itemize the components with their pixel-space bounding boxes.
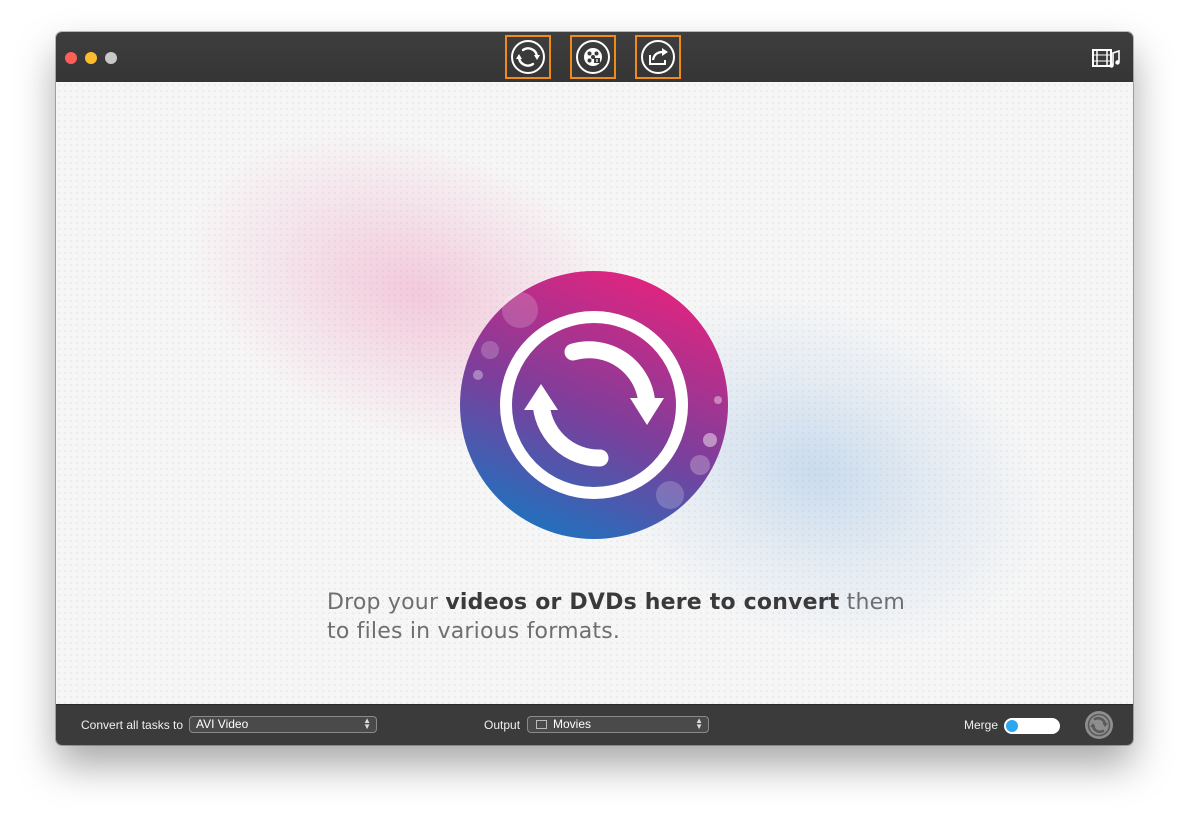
format-select-value: AVI Video <box>196 717 248 731</box>
drop-text-part1: Drop your <box>327 590 445 615</box>
merge-label: Merge <box>964 718 998 732</box>
media-browser-button[interactable] <box>1091 45 1121 71</box>
drop-text-bold: videos or DVDs here to convert <box>445 590 839 615</box>
tab-share[interactable] <box>635 35 681 79</box>
drop-zone[interactable]: Drop your videos or DVDs here to convert… <box>56 82 1133 705</box>
format-select[interactable]: AVI Video ▲▼ <box>189 716 377 733</box>
app-window: 1 2 3 Drop <box>56 32 1133 745</box>
titlebar <box>56 32 1133 83</box>
select-arrows-icon: ▲▼ <box>363 718 371 730</box>
share-icon <box>640 39 676 75</box>
output-select-value: Movies <box>553 717 591 731</box>
disc-icon <box>575 39 611 75</box>
zoom-window-button[interactable] <box>105 52 117 64</box>
convert-icon <box>1084 710 1114 740</box>
output-label: Output <box>484 718 520 732</box>
tab-burn[interactable] <box>570 35 616 79</box>
convert-hero-icon <box>460 270 728 540</box>
convert-icon <box>510 39 546 75</box>
tab-convert[interactable] <box>505 35 551 79</box>
close-window-button[interactable] <box>65 52 77 64</box>
bottom-bar: Convert all tasks to AVI Video ▲▼ Output… <box>56 704 1133 745</box>
film-music-icon <box>1091 45 1121 71</box>
output-select[interactable]: Movies ▲▼ <box>527 716 709 733</box>
drop-instructions: Drop your videos or DVDs here to convert… <box>327 588 927 646</box>
movies-folder-icon <box>536 720 547 729</box>
select-arrows-icon: ▲▼ <box>695 718 703 730</box>
start-convert-button[interactable] <box>1084 710 1114 740</box>
merge-toggle-knob <box>1006 720 1018 732</box>
convert-all-label: Convert all tasks to <box>81 718 183 732</box>
merge-toggle[interactable] <box>1004 718 1060 734</box>
minimize-window-button[interactable] <box>85 52 97 64</box>
